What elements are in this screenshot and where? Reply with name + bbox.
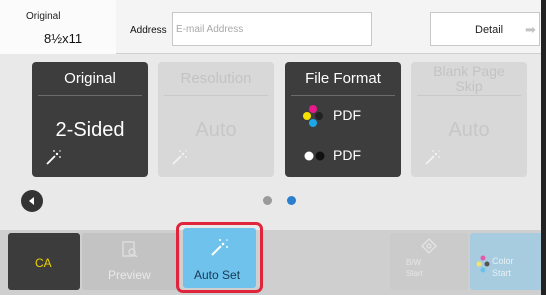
tile-title: Original: [64, 70, 116, 87]
original-size-value: 8½x11: [44, 31, 83, 46]
tile-divider: [164, 95, 268, 96]
original-size-panel[interactable]: Original 8½x11: [0, 0, 116, 54]
preview-icon: [122, 241, 138, 258]
color-format-row: PDF: [301, 105, 391, 127]
magic-wand-icon: [425, 150, 440, 165]
bw-start-label: Start: [406, 269, 423, 278]
tile-value: Auto: [448, 119, 490, 141]
magic-wand-icon: [211, 239, 228, 256]
cmyk-dots-icon: [476, 255, 490, 273]
preview-button[interactable]: Preview: [82, 233, 180, 290]
color-format-label: PDF: [333, 107, 361, 123]
auto-set-button[interactable]: Auto Set: [183, 228, 256, 288]
color-start-button[interactable]: Color Start: [470, 233, 546, 290]
bw-format-row: PDF: [301, 147, 391, 165]
arrow-right-icon: ➡: [525, 22, 536, 37]
bw-format-label: PDF: [333, 147, 361, 163]
detail-button[interactable]: Detail ➡: [430, 12, 540, 46]
tile-title: File Format: [305, 70, 381, 87]
page-indicator-dot-2[interactable]: [287, 196, 296, 205]
bw-label: B/W: [406, 258, 422, 267]
tile-title-line1: Blank Page: [433, 63, 505, 79]
address-label: Address: [130, 25, 167, 36]
auto-set-label: Auto Set: [194, 268, 241, 282]
preview-label: Preview: [108, 268, 151, 282]
color-label: Color: [492, 256, 514, 266]
tile-value: Auto: [195, 119, 237, 141]
magic-wand-icon: [46, 150, 61, 165]
tile-value: 2-Sided: [55, 119, 125, 141]
bw-start-button[interactable]: B/W Start: [390, 233, 468, 290]
cmyk-dots-icon: [303, 105, 323, 127]
black-white-dots-icon: [304, 151, 325, 161]
tile-file-format[interactable]: File Format PDF PDF: [285, 62, 401, 177]
email-address-input[interactable]: [172, 12, 372, 46]
ca-label: CA: [35, 256, 52, 270]
arrow-left-icon: [29, 197, 34, 205]
tile-resolution: Resolution Auto: [158, 62, 274, 177]
magic-wand-icon: [172, 150, 187, 165]
scan-screen: Original 8½x11 Address Detail ➡ Original…: [0, 0, 546, 295]
tile-divider: [38, 95, 142, 96]
tile-original[interactable]: Original 2-Sided: [32, 62, 148, 177]
top-bar: Original 8½x11 Address Detail ➡: [0, 0, 546, 54]
tile-divider: [417, 95, 521, 96]
tile-title: Resolution: [180, 70, 252, 87]
color-start-label: Start: [492, 268, 512, 278]
detail-label: Detail: [475, 24, 504, 36]
original-label: Original: [26, 11, 61, 22]
page-indicator-dot-1[interactable]: [263, 196, 272, 205]
diamond-start-icon: [421, 238, 437, 254]
tile-divider: [291, 95, 395, 96]
tile-blank-page-skip: Blank Page Skip Auto: [411, 62, 527, 177]
previous-page-button[interactable]: [21, 190, 43, 212]
tile-title-line2: Skip: [455, 78, 483, 94]
screen-bezel: [541, 0, 546, 295]
clear-all-button[interactable]: CA: [8, 233, 80, 290]
